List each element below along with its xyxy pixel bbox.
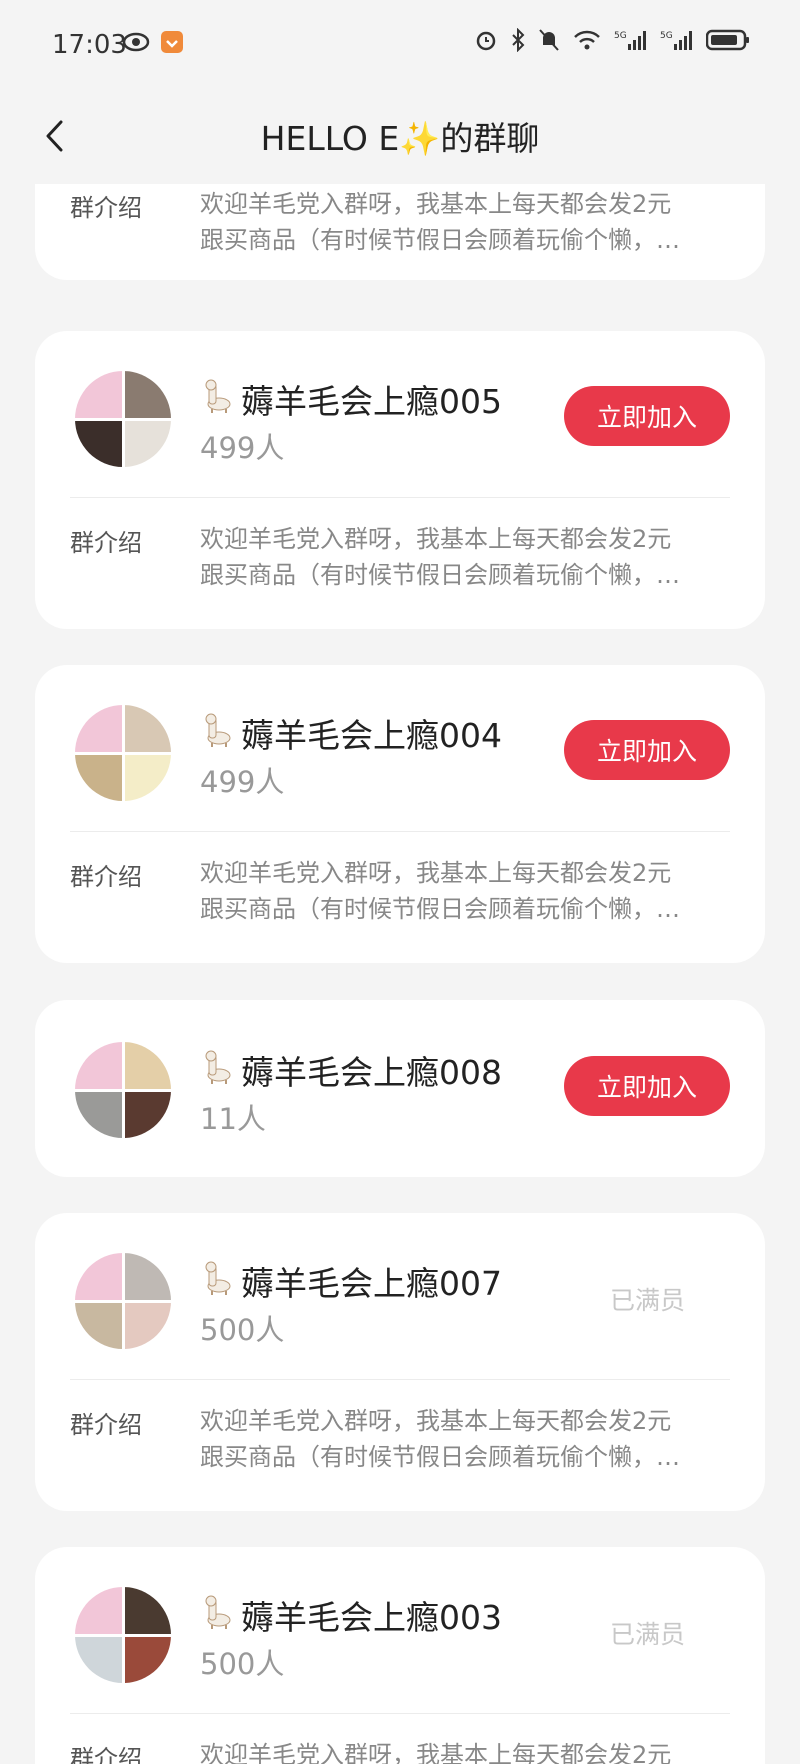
group-avatar [75,1587,171,1683]
intro-text: 欢迎羊毛党入群呀，我基本上每天都会发2元 跟买商品（有时候节假日会顾着玩偷个懒，… [200,1407,680,1471]
member-count: 500人 [200,1647,285,1681]
svg-text:5G: 5G [660,31,673,41]
group-name: 薅羊毛会上瘾007 [199,1257,502,1305]
wifi-icon [572,28,602,56]
group-card[interactable]: 薅羊毛会上瘾005 499人 立即加入 群介绍 欢迎羊毛党入群呀，我基本上每天都… [35,331,765,629]
alpaca-icon [199,1592,237,1638]
group-avatar [75,1042,171,1138]
group-avatar [75,705,171,801]
status-time: 17:03 [52,30,127,60]
group-name: 薅羊毛会上瘾004 [199,709,502,757]
signal-5g-icon: 5G [614,28,648,56]
join-button[interactable]: 立即加入 [564,720,730,780]
intro-label: 群介绍 [70,194,142,222]
bluetooth-icon [510,27,526,56]
full-status-label: 已满员 [609,1620,685,1649]
group-card[interactable]: 薅羊毛会上瘾003 500人 已满员 群介绍 欢迎羊毛党入群呀，我基本上每天都会… [35,1547,765,1764]
group-card-partial: 群介绍 欢迎羊毛党入群呀，我基本上每天都会发2元 跟买商品（有时候节假日会顾着玩… [35,184,765,280]
page-title: HELLO E✨的群聊 [260,119,540,158]
member-count: 499人 [200,765,285,799]
group-card[interactable]: 薅羊毛会上瘾008 11人 立即加入 [35,1000,765,1177]
intro-text: 欢迎羊毛党入群呀，我基本上每天都会发2元 跟买商品（有时候节假日会顾着玩偷个懒，… [200,190,680,254]
member-count: 499人 [200,431,285,465]
full-status-label: 已满员 [609,1286,685,1315]
svg-text:5G: 5G [614,31,627,41]
intro-text: 欢迎羊毛党入群呀，我基本上每天都会发2元 跟买商品（有时候节假日会顾着玩偷个懒，… [200,525,680,589]
alpaca-icon [199,1258,237,1304]
group-name: 薅羊毛会上瘾005 [199,375,502,423]
mute-icon [538,28,560,56]
group-card[interactable]: 薅羊毛会上瘾004 499人 立即加入 群介绍 欢迎羊毛党入群呀，我基本上每天都… [35,665,765,963]
intro-label: 群介绍 [70,529,142,557]
group-avatar [75,1253,171,1349]
intro-label: 群介绍 [70,1745,142,1764]
status-bar: 17:03 5G 5G [0,0,800,92]
member-count: 500人 [200,1313,285,1347]
alarm-icon [474,28,498,56]
intro-text: 欢迎羊毛党入群呀，我基本上每天都会发2元 跟买商品（有时候节假日会顾着玩偷个懒，… [200,1741,672,1764]
group-avatar [75,371,171,467]
alpaca-icon [199,1047,237,1093]
signal-5g-icon: 5G [660,28,694,56]
join-button[interactable]: 立即加入 [564,1056,730,1116]
nav-bar: HELLO E✨的群聊 [0,92,800,184]
group-card[interactable]: 薅羊毛会上瘾007 500人 已满员 群介绍 欢迎羊毛党入群呀，我基本上每天都会… [35,1213,765,1511]
group-list: 群介绍 欢迎羊毛党入群呀，我基本上每天都会发2元 跟买商品（有时候节假日会顾着玩… [0,184,800,1764]
group-name: 薅羊毛会上瘾008 [199,1046,502,1094]
intro-text: 欢迎羊毛党入群呀，我基本上每天都会发2元 跟买商品（有时候节假日会顾着玩偷个懒，… [200,859,680,923]
eye-icon [122,32,150,56]
intro-label: 群介绍 [70,863,142,891]
alpaca-icon [199,376,237,422]
battery-icon [705,28,750,56]
group-name: 薅羊毛会上瘾003 [199,1591,502,1639]
member-count: 11人 [200,1102,266,1136]
app-notification-icon [160,30,184,58]
join-button[interactable]: 立即加入 [564,386,730,446]
intro-label: 群介绍 [70,1411,142,1439]
alpaca-icon [199,710,237,756]
